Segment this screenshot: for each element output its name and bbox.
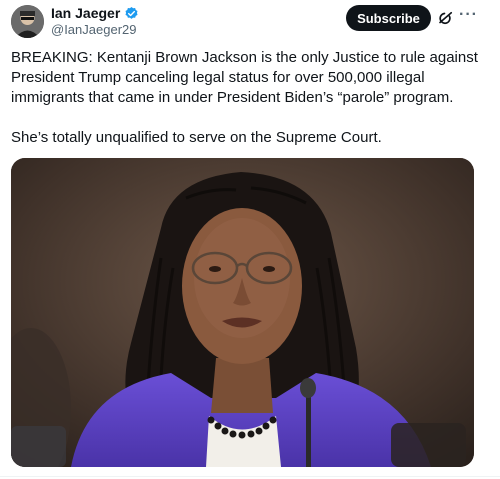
verified-badge-icon bbox=[125, 6, 138, 19]
avatar[interactable] bbox=[11, 5, 44, 38]
subscribe-button[interactable]: Subscribe bbox=[346, 5, 431, 31]
name-row: Ian Jaeger bbox=[51, 5, 139, 21]
more-icon[interactable]: ··· bbox=[459, 7, 481, 28]
user-handle[interactable]: @IanJaeger29 bbox=[51, 22, 136, 37]
display-name[interactable]: Ian Jaeger bbox=[51, 5, 120, 21]
grok-icon[interactable] bbox=[437, 9, 455, 27]
avatar-icon bbox=[11, 5, 44, 38]
tweet-paragraph-1: BREAKING: Kentanji Brown Jackson is the … bbox=[11, 49, 478, 106]
divider bbox=[0, 476, 500, 477]
tweet-photo[interactable] bbox=[11, 158, 474, 467]
tweet-paragraph-2: She’s totally unqualified to serve on th… bbox=[11, 129, 382, 146]
tweet-card: Ian Jaeger @IanJaeger29 Subscribe ··· BR… bbox=[0, 0, 500, 479]
portrait-image bbox=[11, 158, 474, 467]
tweet-text: BREAKING: Kentanji Brown Jackson is the … bbox=[11, 48, 481, 148]
